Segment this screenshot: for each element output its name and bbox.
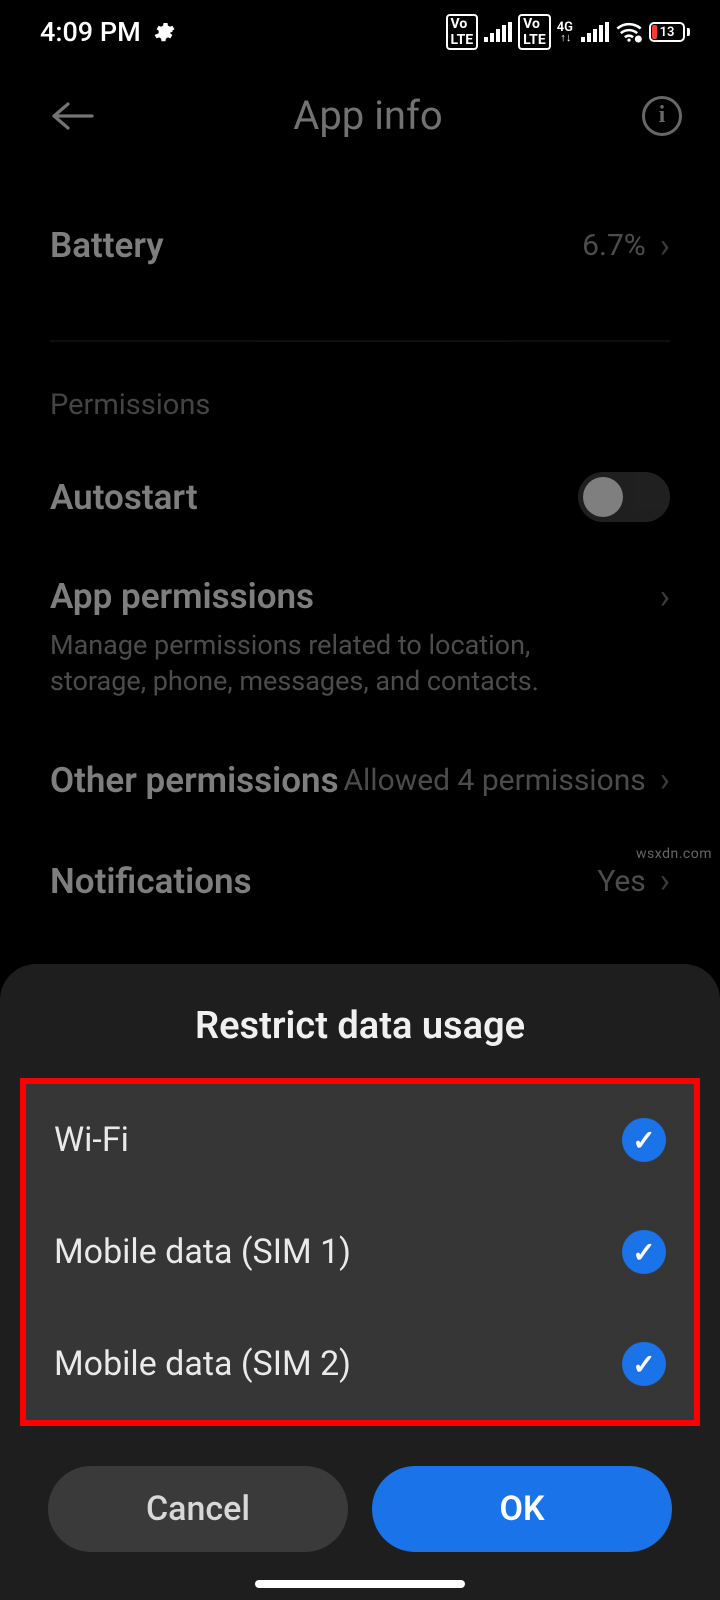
row-other-permissions[interactable]: Other permissions Allowed 4 permissions › bbox=[50, 730, 670, 831]
volte-icon-2: VoLTE bbox=[518, 14, 551, 50]
row-label: Notifications bbox=[50, 861, 252, 902]
signal-icon-2 bbox=[581, 22, 609, 42]
restrict-data-dialog: Restrict data usage Wi-Fi ✓ Mobile data … bbox=[0, 964, 720, 1600]
page-title: App info bbox=[293, 92, 442, 139]
checkmark-icon[interactable]: ✓ bbox=[622, 1230, 666, 1274]
checkmark-icon[interactable]: ✓ bbox=[622, 1118, 666, 1162]
cancel-button[interactable]: Cancel bbox=[48, 1466, 348, 1552]
option-label: Mobile data (SIM 1) bbox=[54, 1232, 351, 1272]
gear-icon bbox=[151, 20, 175, 44]
row-value: Allowed 4 permissions bbox=[343, 763, 645, 798]
chevron-right-icon: › bbox=[660, 226, 670, 266]
option-wifi[interactable]: Wi-Fi ✓ bbox=[26, 1084, 694, 1196]
row-value: 6.7% bbox=[582, 228, 646, 263]
autostart-toggle[interactable] bbox=[578, 472, 670, 522]
row-label: Autostart bbox=[50, 477, 198, 518]
row-battery[interactable]: Battery 6.7% › bbox=[50, 167, 670, 310]
row-subtitle: Manage permissions related to location, … bbox=[50, 627, 570, 700]
volte-icon-1: VoLTE bbox=[446, 14, 479, 50]
back-icon[interactable] bbox=[50, 100, 94, 132]
option-sim1[interactable]: Mobile data (SIM 1) ✓ bbox=[26, 1196, 694, 1308]
row-label: Other permissions bbox=[50, 760, 339, 801]
row-notifications[interactable]: Notifications Yes › bbox=[50, 831, 670, 932]
row-value: Yes bbox=[597, 864, 645, 899]
status-time: 4:09 PM bbox=[40, 16, 141, 48]
status-bar: 4:09 PM VoLTE VoLTE 4G↑↓ 13 bbox=[0, 0, 720, 64]
row-app-permissions[interactable]: App permissions › Manage permissions rel… bbox=[50, 552, 670, 730]
chevron-right-icon: › bbox=[660, 760, 670, 800]
option-label: Wi-Fi bbox=[54, 1120, 129, 1160]
checkmark-icon[interactable]: ✓ bbox=[622, 1342, 666, 1386]
row-label: Battery bbox=[50, 225, 164, 266]
option-label: Mobile data (SIM 2) bbox=[54, 1344, 351, 1384]
signal-icon-1 bbox=[484, 22, 512, 42]
highlighted-options: Wi-Fi ✓ Mobile data (SIM 1) ✓ Mobile dat… bbox=[20, 1078, 700, 1426]
divider bbox=[50, 340, 670, 342]
home-indicator[interactable] bbox=[255, 1580, 465, 1588]
section-permissions: Permissions bbox=[50, 372, 670, 442]
info-icon[interactable]: i bbox=[642, 96, 682, 136]
watermark: wsxdn.com bbox=[636, 846, 712, 862]
row-autostart[interactable]: Autostart bbox=[50, 442, 670, 552]
chevron-right-icon: › bbox=[660, 577, 670, 617]
ok-button[interactable]: OK bbox=[372, 1466, 672, 1552]
chevron-right-icon: › bbox=[660, 861, 670, 901]
wifi-icon bbox=[615, 21, 643, 43]
dialog-title: Restrict data usage bbox=[0, 1004, 720, 1078]
option-sim2[interactable]: Mobile data (SIM 2) ✓ bbox=[26, 1308, 694, 1420]
row-label: App permissions bbox=[50, 576, 314, 617]
battery-icon: 13 bbox=[649, 22, 690, 42]
